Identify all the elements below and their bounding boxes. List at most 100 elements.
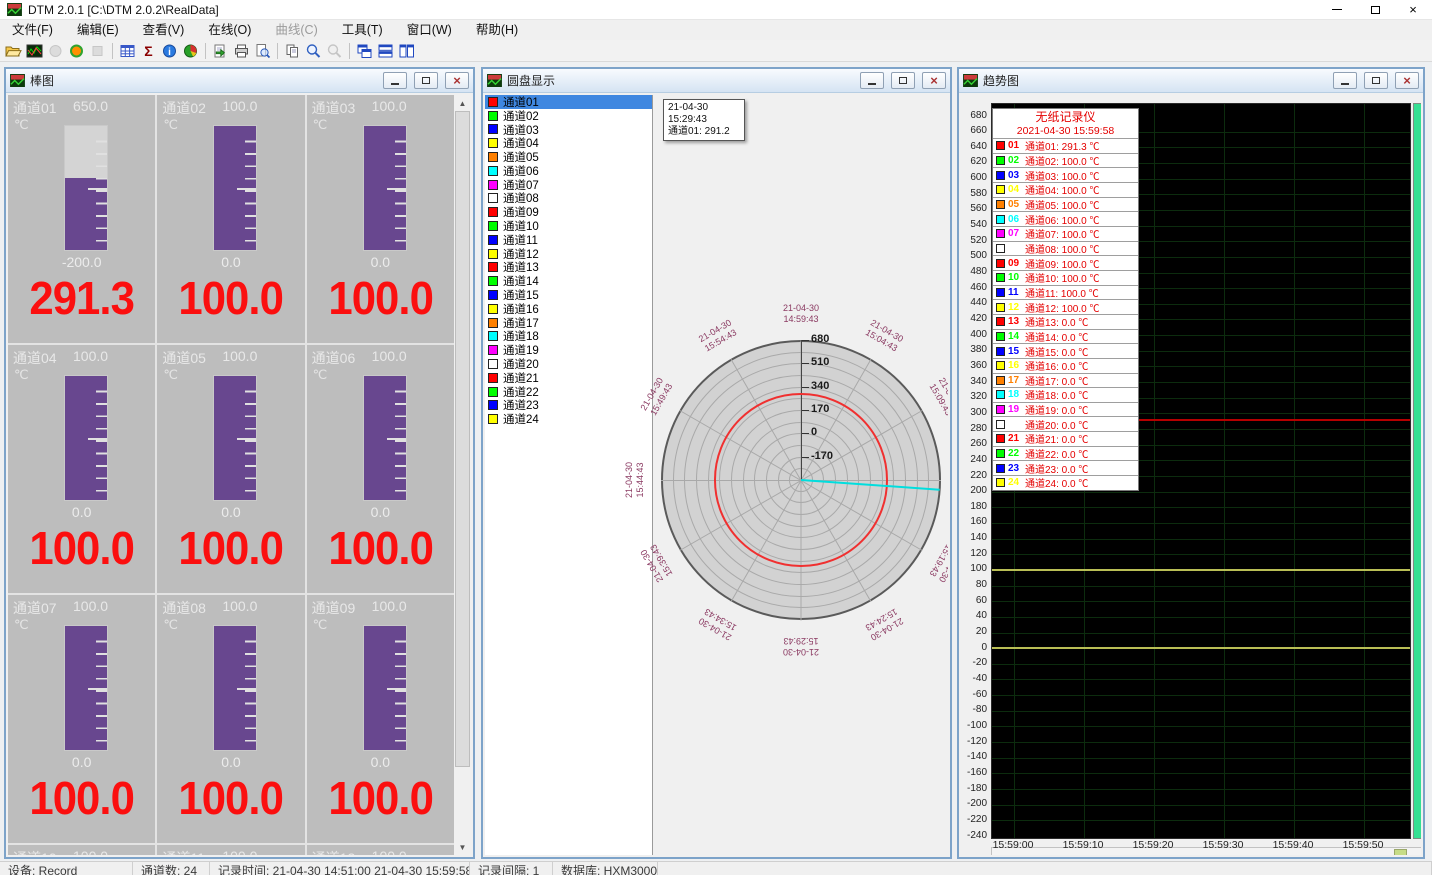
close-icon: ×	[1409, 3, 1417, 16]
copy-icon[interactable]	[282, 41, 303, 61]
scrollbar-thumb[interactable]	[1394, 849, 1407, 855]
info-icon[interactable]: i	[159, 41, 180, 61]
minimize-icon	[1332, 9, 1342, 10]
bar-gauge-cell: 通道01650.0℃-200.0291.3	[8, 95, 155, 343]
y-axis-tick-label: -220	[961, 814, 987, 825]
legend-color-swatch	[996, 405, 1005, 414]
menu-item-8[interactable]: 帮助(H)	[464, 20, 530, 40]
channel-list-item-24[interactable]: 通道24	[485, 412, 652, 426]
plot-h-gridline	[992, 586, 1410, 587]
tile-horizontal-icon[interactable]	[375, 41, 396, 61]
trend-maximize-button[interactable]	[1364, 72, 1388, 89]
toolbar-separator	[112, 43, 113, 59]
minimize-button[interactable]	[1318, 0, 1356, 20]
realtime-data-icon[interactable]	[24, 41, 45, 61]
trend-vertical-scrollbar[interactable]	[1413, 103, 1421, 839]
bar-close-button[interactable]: ×	[445, 72, 469, 89]
tile-vertical-icon[interactable]	[396, 41, 417, 61]
menu-item-2[interactable]: 编辑(E)	[65, 20, 131, 40]
channel-color-swatch	[488, 97, 498, 107]
channel-name: 通道10	[13, 848, 65, 855]
channel-color-swatch	[488, 262, 498, 272]
bar-minimize-button[interactable]	[383, 72, 407, 89]
trend-window-titlebar[interactable]: 趋势图 ×	[959, 69, 1423, 93]
statusbar-segment-2: 通道数: 24	[133, 862, 210, 875]
channel-color-swatch	[488, 221, 498, 231]
channel-name: 通道04	[13, 348, 65, 368]
legend-channel-number: 22	[1008, 448, 1025, 459]
print-icon[interactable]	[231, 41, 252, 61]
record-icon[interactable]	[66, 41, 87, 61]
plot-h-gridline	[992, 773, 1410, 774]
legend-row-16: 16通道16: 0.0 ℃	[993, 358, 1138, 373]
bar-gauge-header: 通道12100.0	[312, 848, 407, 855]
scroll-up-icon[interactable]: ▲	[454, 95, 471, 111]
legend-row-9: 09通道09: 100.0 ℃	[993, 255, 1138, 270]
bar-vertical-scrollbar[interactable]: ▲ ▼	[454, 95, 471, 855]
gauge-mid-tick	[88, 438, 107, 440]
menu-item-7[interactable]: 窗口(W)	[395, 20, 464, 40]
disk-window-icon	[487, 74, 502, 87]
radial-tick-label: 340	[811, 380, 829, 392]
y-axis-tick-label: 460	[961, 282, 987, 293]
plot-h-gridline	[992, 492, 1410, 493]
y-axis-tick-label: 480	[961, 266, 987, 277]
open-file-icon[interactable]	[3, 41, 24, 61]
bar-gauge-cell: 通道07100.0℃0.0100.0	[8, 595, 155, 843]
trend-close-button[interactable]: ×	[1395, 72, 1419, 89]
cascade-windows-icon[interactable]	[354, 41, 375, 61]
scale-min-value: -200.0	[8, 254, 155, 270]
menu-item-5[interactable]: 曲线(C)	[263, 20, 329, 40]
polar-time-label: 21-04-3015:29:43	[769, 635, 833, 657]
gauge-track	[64, 625, 108, 751]
time-label-time: 15:29:43	[769, 636, 833, 647]
time-label-time: 14:59:43	[769, 314, 833, 325]
channel-name: 通道02	[162, 98, 214, 118]
channel-name: 通道05	[162, 348, 214, 368]
channel-name: 通道03	[312, 98, 364, 118]
app-title-bar[interactable]: DTM 2.0.1 [C:\DTM 2.0.2\RealData] ×	[0, 0, 1432, 20]
unit-label: ℃	[14, 367, 29, 383]
disk-window-content: 通道01通道02通道03通道04通道05通道06通道07通道08通道09通道10…	[485, 95, 948, 855]
statistics-sigma-icon[interactable]: Σ	[138, 41, 159, 61]
zoom-icon[interactable]	[303, 41, 324, 61]
bar-window-titlebar[interactable]: 棒图 ×	[6, 69, 473, 93]
trend-minimize-button[interactable]	[1333, 72, 1357, 89]
channel-color-swatch	[488, 166, 498, 176]
disk-close-button[interactable]: ×	[922, 72, 946, 89]
channel-color-swatch	[488, 304, 498, 314]
menu-item-1[interactable]: 文件(F)	[0, 20, 65, 40]
pie-chart-icon[interactable]	[180, 41, 201, 61]
disk-maximize-button[interactable]	[891, 72, 915, 89]
scale-min-value: 0.0	[8, 504, 155, 520]
legend-channel-value: 通道07: 100.0 ℃	[1025, 226, 1099, 241]
close-button[interactable]: ×	[1394, 0, 1432, 20]
gauge-track	[363, 375, 407, 501]
time-label-time: 15:44:43	[635, 448, 646, 512]
table-view-icon[interactable]	[117, 41, 138, 61]
scroll-down-icon[interactable]: ▼	[454, 839, 471, 855]
menu-item-6[interactable]: 工具(T)	[330, 20, 395, 40]
bar-maximize-button[interactable]	[414, 72, 438, 89]
polar-chart[interactable]: 6805103401700-17021-04-3014:59:4321-04-3…	[661, 340, 941, 620]
export-icon[interactable]	[210, 41, 231, 61]
y-axis-tick-label: 160	[961, 516, 987, 527]
bar-gauge-cell: 通道03100.0℃0.0100.0	[307, 95, 454, 343]
menu-item-3[interactable]: 查看(V)	[131, 20, 197, 40]
y-axis-tick-label: 320	[961, 391, 987, 402]
disk-minimize-button[interactable]	[860, 72, 884, 89]
minimize-icon	[391, 83, 399, 85]
scrollbar-thumb[interactable]	[455, 111, 470, 767]
bar-gauge-header: 通道07100.0	[13, 598, 108, 618]
channel-color-swatch	[488, 400, 498, 410]
y-axis-tick-label: 120	[961, 548, 987, 559]
legend-channel-number: 03	[1008, 170, 1025, 181]
print-preview-icon[interactable]	[252, 41, 273, 61]
disk-window-titlebar[interactable]: 圆盘显示 ×	[483, 69, 950, 93]
legend-channel-number: 07	[1008, 228, 1025, 239]
menu-item-4[interactable]: 在线(O)	[196, 20, 263, 40]
y-axis-tick-label: -40	[961, 673, 987, 684]
channel-color-swatch	[488, 235, 498, 245]
gauge-mid-tick	[237, 688, 256, 690]
maximize-button[interactable]	[1356, 0, 1394, 20]
